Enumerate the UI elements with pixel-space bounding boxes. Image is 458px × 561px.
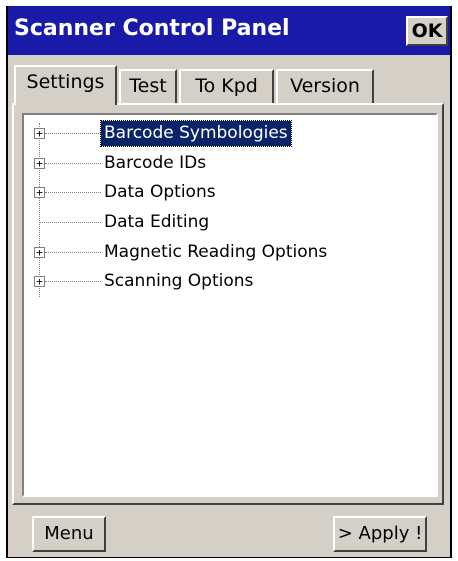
tree-item-scanning-options[interactable]: + Scanning Options [24,267,424,297]
tree-branch-line [45,192,101,193]
apply-button[interactable]: > Apply ! [333,516,427,552]
ok-button[interactable]: OK [406,16,448,46]
scanner-control-panel-window: Scanner Control Panel OK Settings Test T… [6,6,452,558]
expand-plus-icon[interactable]: + [34,158,45,169]
tree-branch-line [40,222,101,223]
tree-item-barcode-ids[interactable]: + Barcode IDs [24,149,424,179]
tree-branch-line [45,133,101,134]
tab-to-kpd[interactable]: To Kpd [179,69,274,103]
tree-item-label[interactable]: Barcode IDs [101,151,209,176]
tab-version[interactable]: Version [276,69,374,103]
expand-plus-icon[interactable]: + [34,276,45,287]
tree-item-label[interactable]: Data Editing [101,210,212,235]
tab-to-kpd-label: To Kpd [195,75,258,97]
expand-plus-icon[interactable]: + [34,128,45,139]
tree-item-label[interactable]: Magnetic Reading Options [101,240,330,265]
menu-button[interactable]: Menu [32,516,106,552]
tree-item-label[interactable]: Scanning Options [101,269,256,294]
expand-plus-icon[interactable]: + [34,187,45,198]
tree-item-magnetic-reading-options[interactable]: + Magnetic Reading Options [24,238,424,268]
tab-test[interactable]: Test [119,69,177,103]
tree-item-label[interactable]: Barcode Symbologies [100,120,292,147]
tree-branch-line [45,163,101,164]
tab-test-label: Test [129,75,167,97]
tab-version-label: Version [290,75,360,97]
settings-tree-view[interactable]: + Barcode Symbologies + Barcode IDs + Da… [22,113,438,497]
title-bar: Scanner Control Panel OK [8,6,450,55]
tree-item-data-editing[interactable]: Data Editing [24,208,424,238]
tree-branch-line [45,252,101,253]
tree-item-label[interactable]: Data Options [101,180,219,205]
tree-branch-line [45,281,101,282]
tree-item-barcode-symbologies[interactable]: + Barcode Symbologies [24,119,424,149]
tab-settings[interactable]: Settings [14,65,117,105]
window-title: Scanner Control Panel [14,16,290,41]
expand-plus-icon[interactable]: + [34,247,45,258]
tab-settings-label: Settings [26,71,105,93]
tree-item-data-options[interactable]: + Data Options [24,178,424,208]
